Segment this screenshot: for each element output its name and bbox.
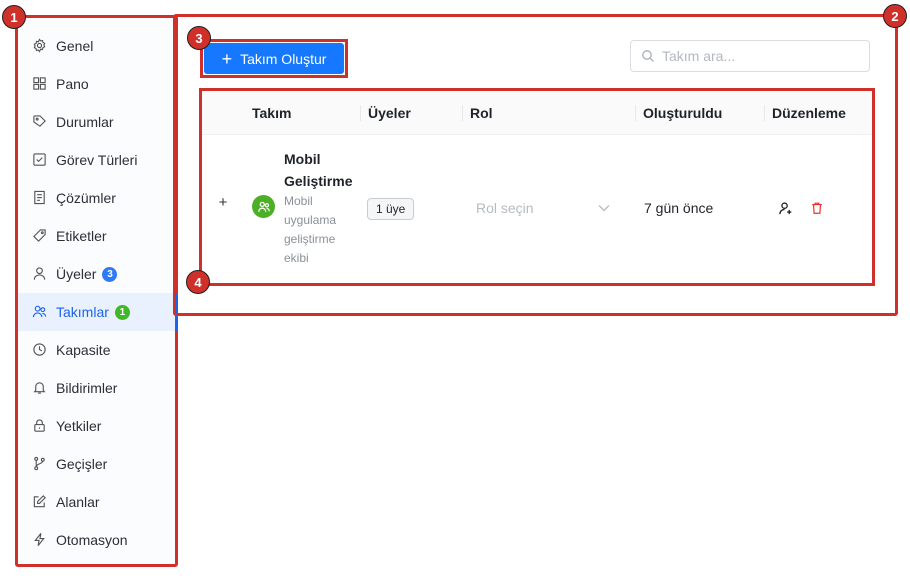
label-icon [32, 228, 48, 244]
bolt-icon [32, 532, 48, 548]
gear-icon [32, 38, 48, 54]
role-select-placeholder: Rol seçin [476, 200, 534, 216]
sidebar-item-pano[interactable]: Pano [18, 65, 175, 103]
column-header-team: Takım [252, 105, 292, 121]
sidebar-item-label: Yetkiler [56, 418, 102, 434]
sidebar-item-yetkiler[interactable]: Yetkiler [18, 407, 175, 445]
team-search-box[interactable] [630, 40, 870, 72]
search-icon [641, 49, 655, 63]
member-count-tag[interactable]: 1 üye [367, 198, 415, 220]
team-search-input[interactable] [660, 47, 860, 65]
role-select[interactable]: Rol seçin [465, 192, 615, 224]
callout-badge-2: 2 [883, 4, 907, 28]
sidebar-item-durumlar[interactable]: Durumlar [18, 103, 175, 141]
callout-badge-3: 3 [187, 26, 211, 50]
grid-icon [32, 76, 48, 92]
create-team-button[interactable]: + Takım Oluştur [204, 43, 344, 74]
chevron-down-icon [597, 201, 611, 215]
sidebar-item-label: Alanlar [56, 494, 100, 510]
settings-sidebar: Genel Pano Durumlar Görev Türleri Çözüml… [15, 15, 178, 567]
sidebar-item-gorev-turleri[interactable]: Görev Türleri [18, 141, 175, 179]
edit-icon [32, 494, 48, 510]
team-icon [32, 304, 48, 320]
sidebar-item-label: Çözümler [56, 190, 116, 206]
created-time: 7 gün önce [644, 200, 714, 216]
table-header: Takım Üyeler Rol Oluşturuldu Düzenleme [202, 91, 872, 135]
teams-count-badge: 1 [114, 304, 130, 320]
create-team-label: Takım Oluştur [240, 50, 327, 67]
sidebar-item-kapasite[interactable]: Kapasite [18, 331, 175, 369]
sidebar-item-label: Bildirimler [56, 380, 118, 396]
plus-icon: + [221, 48, 233, 69]
sidebar-item-label: Üyeler [56, 266, 97, 282]
sidebar-item-label: Pano [56, 76, 89, 92]
column-header-members: Üyeler [360, 91, 411, 135]
callout-badge-1: 1 [2, 5, 26, 29]
sidebar-item-label: Genel [56, 38, 94, 54]
sidebar-item-gecisler[interactable]: Geçişler [18, 445, 175, 483]
user-add-icon [778, 201, 791, 214]
sidebar-item-genel[interactable]: Genel [18, 27, 175, 65]
sidebar-item-otomasyon[interactable]: Otomasyon [18, 521, 175, 559]
user-icon [32, 266, 48, 282]
add-member-button[interactable] [776, 199, 794, 217]
members-count-badge: 3 [102, 266, 118, 282]
trash-icon [812, 202, 822, 214]
sidebar-item-label: Geçişler [56, 456, 108, 472]
sidebar-item-takimlar[interactable]: Takımlar 1 [18, 293, 178, 331]
column-header-edit: Düzenleme [764, 91, 846, 135]
sidebar-item-label: Durumlar [56, 114, 114, 130]
branch-icon [32, 456, 48, 472]
column-header-role: Rol [462, 91, 493, 135]
column-header-created: Oluşturuldu [634, 91, 722, 135]
team-description: Mobil uygulama geliştirme ekibi [284, 194, 337, 265]
sidebar-item-label: Kapasite [56, 342, 111, 358]
create-team-highlight: + Takım Oluştur [200, 39, 348, 78]
sidebar-item-etiketler[interactable]: Etiketler [18, 217, 175, 255]
table-row: + Mobil Geliştirme Mobil uygulama gelişt… [202, 136, 872, 281]
sidebar-item-alanlar[interactable]: Alanlar [18, 483, 175, 521]
sidebar-item-label: Takımlar [56, 304, 109, 320]
teams-panel: + Takım Oluştur Takım Üyeler Rol Oluştur… [173, 14, 898, 316]
sidebar-item-label: Etiketler [56, 228, 107, 244]
bell-icon [32, 380, 48, 396]
clock-icon [32, 342, 48, 358]
delete-team-button[interactable] [808, 199, 826, 217]
sidebar-item-label: Otomasyon [56, 532, 128, 548]
document-icon [32, 190, 48, 206]
sidebar-item-label: Görev Türleri [56, 152, 138, 168]
sidebar-item-cozumler[interactable]: Çözümler [18, 179, 175, 217]
tag-icon [32, 114, 48, 130]
lock-icon [32, 418, 48, 434]
team-name[interactable]: Mobil Geliştirme [284, 148, 359, 192]
sidebar-item-bildirimler[interactable]: Bildirimler [18, 369, 175, 407]
checkbox-icon [32, 152, 48, 168]
sidebar-item-uyeler[interactable]: Üyeler 3 [18, 255, 175, 293]
team-avatar-icon [252, 195, 275, 218]
teams-table: Takım Üyeler Rol Oluşturuldu Düzenleme +… [199, 88, 875, 286]
callout-badge-4: 4 [186, 270, 210, 294]
expand-row-button[interactable]: + [216, 195, 230, 210]
